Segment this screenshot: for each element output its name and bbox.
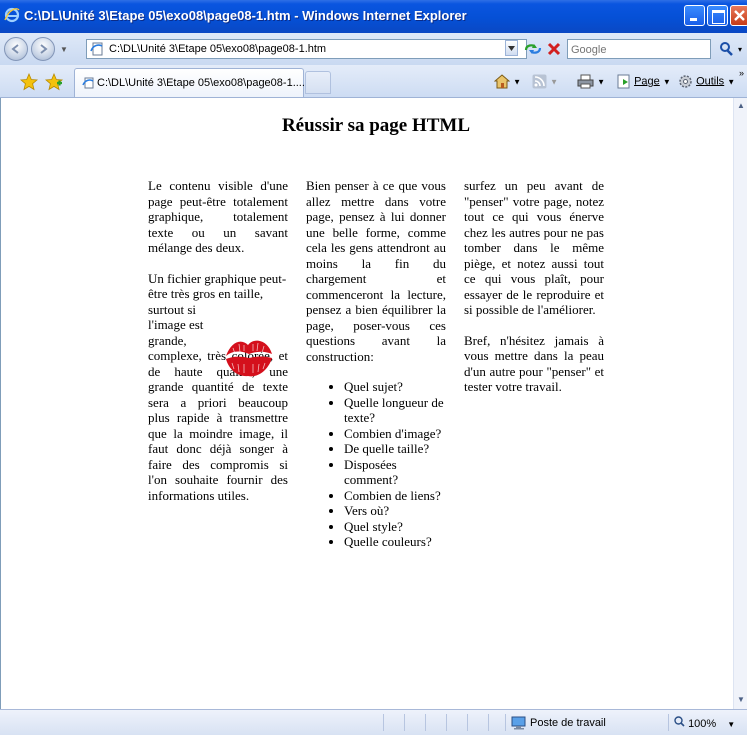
list-item: Quel style? bbox=[344, 519, 446, 535]
status-divider bbox=[467, 714, 468, 731]
rss-feed-icon bbox=[532, 74, 547, 89]
status-divider bbox=[404, 714, 405, 731]
back-arrow-icon bbox=[11, 44, 19, 54]
recent-pages-dropdown-icon[interactable]: ▼ bbox=[60, 45, 68, 54]
back-button[interactable] bbox=[4, 37, 28, 61]
list-item: De quelle taille? bbox=[344, 441, 446, 457]
status-divider bbox=[446, 714, 447, 731]
col3-paragraph-1: surfez un peu avant de "penser" votre pa… bbox=[464, 178, 604, 317]
favorites-star-icon[interactable] bbox=[20, 73, 38, 91]
minimize-button[interactable] bbox=[684, 5, 705, 26]
scroll-up-icon[interactable]: ▲ bbox=[737, 101, 745, 110]
page-icon bbox=[82, 77, 94, 89]
feeds-button[interactable]: ▼ bbox=[532, 74, 558, 89]
zoom-level[interactable]: 100% ▼ bbox=[674, 716, 735, 730]
computer-icon bbox=[511, 716, 526, 730]
refresh-icon[interactable] bbox=[523, 40, 543, 58]
status-divider bbox=[488, 714, 489, 731]
tab-label: C:\DL\Unité 3\Etape 05\exo08\page08-1...… bbox=[97, 77, 305, 89]
list-item: Vers où? bbox=[344, 503, 446, 519]
address-field[interactable]: C:\DL\Unité 3\Etape 05\exo08\page08-1.ht… bbox=[86, 39, 527, 59]
close-icon bbox=[734, 10, 745, 21]
col1-p2-line1: Un fichier graphique peut-être très gros… bbox=[148, 270, 287, 302]
home-dropdown-icon: ▼ bbox=[513, 77, 521, 87]
status-divider bbox=[505, 714, 506, 731]
search-field[interactable] bbox=[567, 39, 712, 59]
tools-menu-label: Outils bbox=[696, 75, 725, 88]
address-dropdown-button[interactable] bbox=[505, 40, 518, 56]
close-button[interactable] bbox=[730, 5, 747, 26]
list-item: Quel sujet? bbox=[344, 379, 446, 395]
zoom-icon bbox=[674, 716, 685, 727]
address-text: C:\DL\Unité 3\Etape 05\exo08\page08-1.ht… bbox=[109, 43, 327, 55]
feeds-dropdown-icon: ▼ bbox=[550, 77, 558, 87]
col1-p2-line2: surtout si bbox=[148, 301, 197, 317]
forward-arrow-icon bbox=[40, 44, 48, 54]
page-icon bbox=[90, 42, 103, 56]
gear-icon bbox=[679, 75, 692, 88]
status-divider bbox=[425, 714, 426, 731]
tab-current-page[interactable]: C:\DL\Unité 3\Etape 05\exo08\page08-1...… bbox=[74, 68, 305, 97]
col2-paragraph-1: Bien penser à ce que vous allez mettre d… bbox=[306, 178, 446, 364]
stop-icon[interactable] bbox=[545, 40, 563, 58]
forward-button[interactable] bbox=[31, 37, 55, 61]
search-options-dropdown-icon[interactable]: ▾ bbox=[738, 45, 742, 54]
questions-list: Quel sujet? Quelle longueur de texte? Co… bbox=[306, 379, 446, 550]
status-divider bbox=[668, 714, 669, 731]
col1-p2-line4: grande, bbox=[148, 332, 187, 348]
page-content: Réussir sa page HTML Le contenu visible … bbox=[0, 98, 733, 709]
tab-toolbar: C:\DL\Unité 3\Etape 05\exo08\page08-1...… bbox=[0, 65, 747, 98]
ie-logo-icon bbox=[4, 7, 20, 23]
add-favorite-icon[interactable] bbox=[45, 73, 63, 91]
kiss-lips-image bbox=[226, 340, 272, 377]
list-item: Combien de liens? bbox=[344, 488, 446, 504]
toolbar-overflow-icon[interactable]: » bbox=[739, 68, 744, 78]
column-2: Bien penser à ce que vous allez mettre d… bbox=[306, 178, 446, 550]
page-menu-label: Page bbox=[634, 75, 660, 88]
col1-paragraph-1: Le contenu visible d'une page peut-être … bbox=[148, 178, 288, 255]
printer-icon bbox=[577, 74, 594, 89]
list-item: Combien d'image? bbox=[344, 426, 446, 442]
scroll-down-icon[interactable]: ▼ bbox=[737, 695, 745, 704]
home-button[interactable]: ▼ bbox=[493, 74, 521, 89]
col1-p2-line3: l'image est bbox=[148, 317, 204, 332]
page-menu-button[interactable]: Page ▼ bbox=[617, 74, 671, 89]
page-menu-icon bbox=[617, 74, 630, 89]
security-zone-label: Poste de travail bbox=[530, 716, 606, 729]
print-button[interactable]: ▼ bbox=[577, 74, 605, 89]
column-3: surfez un peu avant de "penser" votre pa… bbox=[464, 178, 604, 410]
col3-paragraph-2: Bref, n'hésitez jamais à vous mettre dan… bbox=[464, 332, 604, 395]
tools-menu-button[interactable]: Outils ▼ bbox=[678, 74, 735, 89]
vertical-scrollbar[interactable]: ▲ ▼ bbox=[733, 98, 747, 709]
zoom-dropdown-icon: ▼ bbox=[727, 720, 736, 729]
window-titlebar[interactable]: C:\DL\Unité 3\Etape 05\exo08\page08-1.ht… bbox=[0, 0, 747, 33]
tools-dropdown-icon: ▼ bbox=[727, 77, 736, 87]
list-item: Quelle couleurs? bbox=[344, 534, 446, 550]
status-divider bbox=[383, 714, 384, 731]
print-dropdown-icon: ▼ bbox=[597, 77, 605, 87]
chevron-down-icon bbox=[508, 46, 515, 51]
list-item: Quelle longueur de texte? bbox=[344, 395, 446, 426]
home-icon bbox=[493, 74, 511, 89]
zoom-label: 100% bbox=[688, 718, 717, 730]
maximize-button[interactable] bbox=[707, 5, 728, 26]
security-zone[interactable]: Poste de travail bbox=[511, 716, 606, 730]
address-toolbar: ▼ C:\DL\Unité 3\Etape 05\exo08\page08-1.… bbox=[0, 33, 747, 65]
list-item: Disposées comment? bbox=[344, 457, 446, 488]
search-input[interactable] bbox=[568, 41, 712, 59]
page-title: Réussir sa page HTML bbox=[281, 115, 471, 136]
status-bar: Poste de travail 100% ▼ bbox=[0, 709, 747, 735]
search-icon[interactable] bbox=[718, 41, 734, 57]
new-tab-button[interactable] bbox=[305, 71, 331, 94]
page-dropdown-icon: ▼ bbox=[662, 77, 671, 87]
window-title: C:\DL\Unité 3\Etape 05\exo08\page08-1.ht… bbox=[24, 8, 467, 23]
